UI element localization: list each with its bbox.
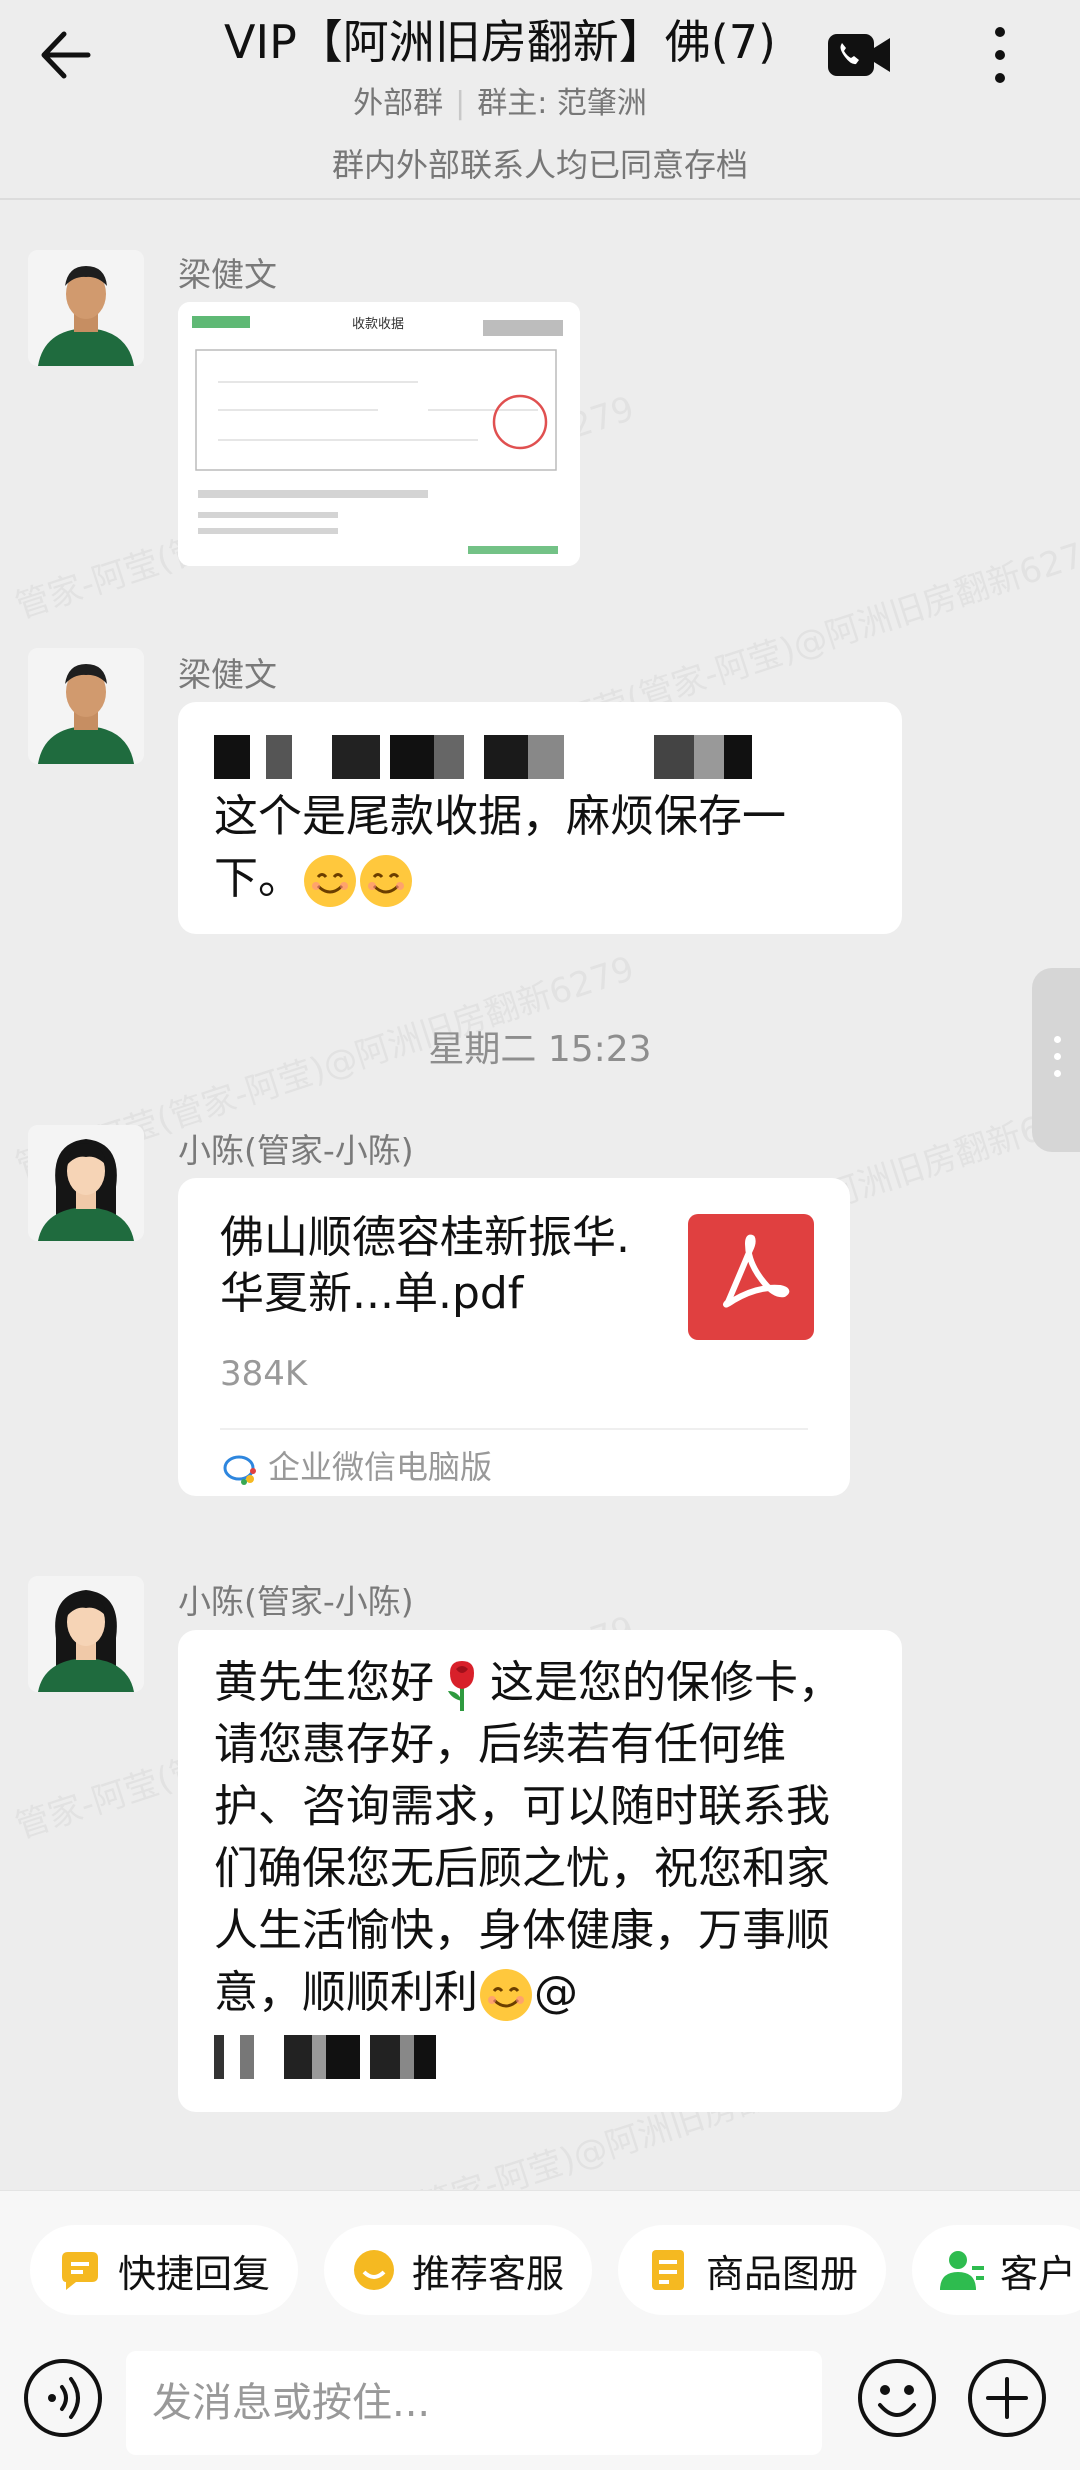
- recommend-service-button[interactable]: 推荐客服: [324, 2225, 593, 2315]
- file-card-divider: [220, 1428, 808, 1430]
- sender-name: 梁健文: [178, 655, 277, 694]
- pdf-file-icon: [688, 1214, 814, 1340]
- censored-mention: [214, 724, 866, 786]
- sender-name: 小陈(管家-小陈): [178, 1131, 414, 1170]
- message-text-body: 这是您的保修卡，请您惠存好，后续若有任何维护、咨询需求，可以随时联系我们确保您无…: [214, 1657, 842, 2018]
- avatar-man-icon: [28, 648, 144, 764]
- avatar-man-icon: [28, 250, 144, 366]
- quick-reply-icon: [62, 2252, 98, 2290]
- product-catalog-button[interactable]: 商品图册: [618, 2225, 887, 2315]
- censored-mention: [214, 2024, 866, 2086]
- product-catalog-label: 商品图册: [706, 2251, 859, 2296]
- message-text-mention: @: [534, 1967, 578, 2018]
- rose-emoji-icon: [448, 1661, 474, 1711]
- quick-actions-row: 快捷回复 推荐客服 商品图册 客户: [0, 2225, 1080, 2317]
- emoji-picker-icon[interactable]: [856, 2357, 938, 2439]
- time-separator: 星期二 15:23: [428, 1029, 652, 1070]
- recommend-service-label: 推荐客服: [412, 2251, 565, 2296]
- input-bar: 发消息或按住...: [0, 2351, 1080, 2461]
- more-options-icon[interactable]: [980, 20, 1020, 90]
- file-source: 企业微信电脑版: [220, 1442, 492, 1489]
- receipt-image[interactable]: 收款收据: [178, 302, 580, 566]
- smile-emoji-icon: [360, 855, 412, 907]
- avatar-woman-icon: [28, 1576, 144, 1692]
- archive-notice: 群内外部联系人均已同意存档: [331, 146, 748, 184]
- catalog-icon: [652, 2250, 684, 2290]
- add-more-icon[interactable]: [966, 2357, 1048, 2439]
- service-icon: [354, 2250, 394, 2290]
- receipt-thumbnail: 收款收据: [178, 302, 580, 566]
- back-arrow-icon[interactable]: [30, 20, 100, 90]
- bottom-panel: 快捷回复 推荐客服 商品图册 客户 发消息或按住...: [0, 2190, 1080, 2470]
- sender-name: 小陈(管家-小陈): [178, 1582, 414, 1621]
- file-name: 佛山顺德容桂新振华.华夏新...单.pdf: [220, 1212, 630, 1319]
- chat-header: VIP【阿洲旧房翻新】佛(7) 外部群 | 群主: 范肇洲 群内外部联系人均已同意存…: [0, 0, 1080, 200]
- voice-input-icon[interactable]: [22, 2357, 104, 2439]
- group-owner: 群主: 范肇洲: [477, 86, 647, 121]
- side-drawer-handle[interactable]: [1032, 968, 1080, 1152]
- file-message-card[interactable]: 佛山顺德容桂新振华.华夏新...单.pdf 384K 企业微信电脑版: [178, 1178, 850, 1496]
- smile-emoji-icon: [480, 1969, 532, 2021]
- message-text: 这个是尾款收据，麻烦保存一下。: [214, 791, 786, 904]
- smile-emoji-icon: [304, 855, 356, 907]
- avatar[interactable]: [28, 1576, 144, 1692]
- chat-subtitle: 外部群 | 群主: 范肇洲: [170, 78, 830, 122]
- avatar[interactable]: [28, 1125, 144, 1241]
- message-bubble[interactable]: 黄先生您好 这是您的保修卡，请您惠存好，后续若有任何维护、咨询需求，可以随时联系我…: [178, 1630, 902, 2112]
- customer-icon: [940, 2251, 984, 2290]
- quick-reply-label: 快捷回复: [118, 2251, 271, 2296]
- avatar[interactable]: [28, 648, 144, 764]
- wecom-logo-icon: [223, 1455, 256, 1485]
- message-bubble[interactable]: 这个是尾款收据，麻烦保存一下。: [178, 702, 902, 934]
- video-call-icon[interactable]: [826, 28, 892, 82]
- file-size: 384K: [220, 1354, 308, 1394]
- quick-reply-button[interactable]: 快捷回复: [30, 2225, 299, 2315]
- chat-title: VIP【阿洲旧房翻新】佛(7): [224, 15, 776, 69]
- avatar-woman-icon: [28, 1125, 144, 1241]
- customer-button[interactable]: 客户: [912, 2225, 1080, 2315]
- sender-name: 梁健文: [178, 255, 277, 294]
- message-input[interactable]: 发消息或按住...: [126, 2351, 822, 2455]
- receipt-title: 收款收据: [352, 317, 404, 332]
- group-type: 外部群: [353, 86, 444, 121]
- avatar[interactable]: [28, 250, 144, 366]
- chat-title-block[interactable]: VIP【阿洲旧房翻新】佛(7) 外部群 | 群主: 范肇洲: [170, 6, 830, 122]
- message-text-greeting: 黄先生您好: [214, 1657, 434, 1708]
- customer-label: 客户: [1000, 2251, 1077, 2296]
- file-source-label: 企业微信电脑版: [268, 1448, 493, 1486]
- subtitle-separator: |: [455, 86, 466, 121]
